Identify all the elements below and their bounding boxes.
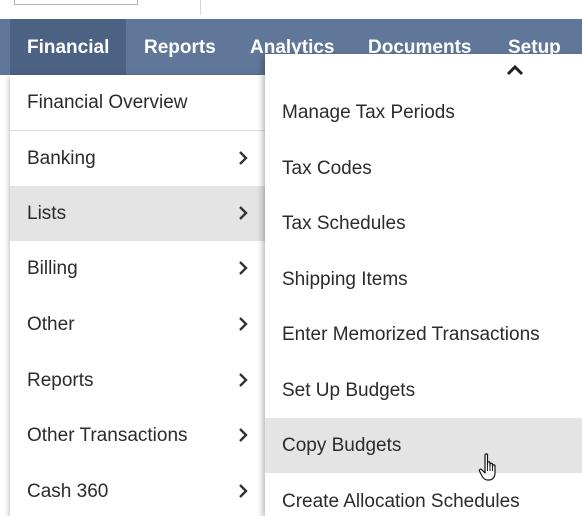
- submenu-item-tax-codes[interactable]: Tax Codes: [265, 141, 582, 196]
- chevron-up-icon[interactable]: [505, 62, 525, 78]
- menu-item-other[interactable]: Other: [10, 297, 266, 352]
- chevron-right-icon: [239, 373, 248, 387]
- chevron-right-icon: [239, 317, 248, 331]
- chevron-right-icon: [239, 428, 248, 442]
- nav-financial[interactable]: Financial: [10, 19, 126, 75]
- chevron-right-icon: [239, 151, 248, 165]
- chevron-right-icon: [239, 261, 248, 275]
- submenu-item-label: Tax Schedules: [282, 213, 406, 234]
- submenu-item-label: Tax Codes: [282, 158, 372, 179]
- top-strip: [0, 0, 582, 19]
- submenu-item-tax-schedules[interactable]: Tax Schedules: [265, 196, 582, 251]
- top-divider: [200, 0, 201, 15]
- submenu-item-label: Enter Memorized Transactions: [282, 324, 540, 345]
- menu-item-label: Billing: [27, 258, 78, 279]
- menu-item-other-transactions[interactable]: Other Transactions: [10, 408, 266, 463]
- submenu-item-label: Copy Budgets: [282, 435, 402, 456]
- submenu-item-label: Manage Tax Periods: [282, 102, 455, 123]
- chevron-right-icon: [239, 206, 248, 220]
- submenu-item-label: Set Up Budgets: [282, 380, 416, 401]
- menu-item-label: Other: [27, 314, 75, 335]
- menu-item-label: Cash 360: [27, 481, 109, 502]
- submenu-item-create-allocation-schedules[interactable]: Create Allocation Schedules: [265, 474, 582, 516]
- submenu-item-manage-tax-periods[interactable]: Manage Tax Periods: [265, 85, 582, 140]
- lists-submenu: Manage Tax Periods Tax Codes Tax Schedul…: [265, 54, 582, 516]
- submenu-item-enter-memorized-transactions[interactable]: Enter Memorized Transactions: [265, 307, 582, 362]
- submenu-item-label: Create Allocation Schedules: [282, 491, 520, 512]
- menu-item-label: Lists: [27, 203, 67, 224]
- chevron-right-icon: [239, 484, 248, 498]
- menu-item-reports[interactable]: Reports: [10, 353, 266, 408]
- submenu-item-label: Shipping Items: [282, 269, 408, 290]
- menu-item-cash-360[interactable]: Cash 360: [10, 464, 266, 516]
- submenu-item-shipping-items[interactable]: Shipping Items: [265, 252, 582, 307]
- menu-item-banking[interactable]: Banking: [10, 131, 266, 186]
- submenu-item-set-up-budgets[interactable]: Set Up Budgets: [265, 363, 582, 418]
- menu-item-lists[interactable]: Lists: [10, 186, 266, 241]
- menu-item-financial-overview[interactable]: Financial Overview: [10, 75, 266, 131]
- nav-reports[interactable]: Reports: [144, 19, 216, 75]
- submenu-item-copy-budgets[interactable]: Copy Budgets: [265, 418, 582, 473]
- menu-item-label: Banking: [27, 148, 96, 169]
- financial-menu: Financial Overview Banking Lists Billing…: [10, 75, 266, 516]
- menu-item-billing[interactable]: Billing: [10, 241, 266, 296]
- menu-item-label: Financial Overview: [27, 92, 188, 113]
- top-field-edge: [14, 0, 138, 5]
- menu-item-label: Other Transactions: [27, 425, 188, 446]
- menu-item-label: Reports: [27, 370, 94, 391]
